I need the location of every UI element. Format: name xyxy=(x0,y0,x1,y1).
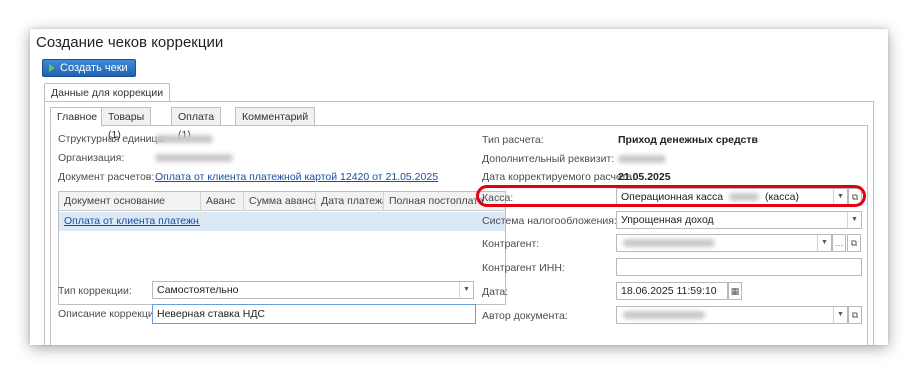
date-value: 18.06.2025 11:59:10 xyxy=(621,285,717,297)
counterparty-inn-label: Контрагент ИНН: xyxy=(482,262,565,274)
tab-payment[interactable]: Оплата (1) xyxy=(171,107,222,141)
tax-label: Система налогообложения: xyxy=(482,215,617,227)
create-receipts-label: Создать чеки xyxy=(60,62,128,74)
correction-desc-input[interactable]: Неверная ставка НДС xyxy=(152,304,476,324)
table-row[interactable]: Оплата от клиента платежн... xyxy=(59,212,505,231)
author-value-redacted xyxy=(623,311,705,319)
correction-type-value: Самостоятельно xyxy=(157,284,239,296)
extra-attr-value-redacted xyxy=(618,155,666,163)
settlement-doc-link[interactable]: Оплата от клиента платежной картой 12420… xyxy=(155,171,438,183)
chevron-down-icon[interactable]: ▼ xyxy=(847,212,861,228)
counterparty-value-redacted xyxy=(623,239,715,247)
settlement-doc-label: Документ расчетов: xyxy=(58,171,155,183)
counterparty-label: Контрагент: xyxy=(482,238,540,250)
organization-value-redacted xyxy=(155,154,233,162)
chevron-down-icon[interactable]: ▼ xyxy=(459,282,473,298)
author-select[interactable]: ▼ xyxy=(616,306,848,324)
correction-type-select[interactable]: Самостоятельно ▼ xyxy=(152,281,474,299)
column-header-basis-doc[interactable]: Документ основание xyxy=(59,192,201,211)
page-title: Создание чеков коррекции xyxy=(36,34,224,51)
tab-goods[interactable]: Товары (1) xyxy=(101,107,152,141)
tax-value: Упрощенная доход xyxy=(621,214,714,226)
author-label: Автор документа: xyxy=(482,310,568,322)
correction-desc-value: Неверная ставка НДС xyxy=(157,308,266,320)
tab-comment[interactable]: Комментарий xyxy=(235,107,316,126)
payment-type-label: Тип расчета: xyxy=(482,134,544,146)
play-icon xyxy=(49,64,55,72)
table-cell-advance-sum xyxy=(244,212,316,231)
tax-select[interactable]: Упрощенная доход ▼ xyxy=(616,211,862,229)
table-cell-advance xyxy=(201,212,244,231)
create-receipts-button[interactable]: Создать чеки xyxy=(42,59,136,77)
payment-type-value: Приход денежных средств xyxy=(618,134,758,146)
corrected-date-value: 21.05.2025 xyxy=(618,171,671,183)
tab-correction-data[interactable]: Данные для коррекции xyxy=(44,83,171,102)
structural-unit-label: Структурная единица: xyxy=(58,133,167,145)
chevron-down-icon[interactable]: ▼ xyxy=(817,235,831,251)
column-header-payment-date[interactable]: Дата платежа xyxy=(316,192,384,211)
correction-dialog: Создание чеков коррекции Создать чеки Да… xyxy=(30,29,888,345)
date-label: Дата: xyxy=(482,286,509,298)
open-form-icon[interactable]: ⧉ xyxy=(848,306,862,324)
calendar-icon[interactable]: ▦ xyxy=(728,282,742,300)
column-header-advance-sum[interactable]: Сумма аванса xyxy=(244,192,316,211)
chevron-down-icon[interactable]: ▼ xyxy=(833,307,847,323)
counterparty-inn-input[interactable] xyxy=(616,258,862,276)
correction-desc-label: Описание коррекции: xyxy=(58,308,163,320)
counterparty-select[interactable]: ▼ xyxy=(616,234,832,252)
table-cell-basis-doc[interactable]: Оплата от клиента платежн... xyxy=(59,212,201,231)
corrected-date-label: Дата корректируемого расчета: xyxy=(482,171,635,183)
column-header-advance[interactable]: Аванс xyxy=(201,192,244,211)
date-input[interactable]: 18.06.2025 11:59:10 xyxy=(616,282,728,300)
table-cell-payment-date xyxy=(316,212,384,231)
structural-unit-value-redacted xyxy=(155,135,213,143)
ellipsis-icon[interactable]: … xyxy=(832,234,846,252)
table-header: Документ основание Аванс Сумма аванса Да… xyxy=(59,192,505,211)
tab-main[interactable]: Главное xyxy=(50,107,105,127)
open-form-icon[interactable]: ⧉ xyxy=(847,234,861,252)
extra-attr-label: Дополнительный реквизит: xyxy=(482,153,615,165)
basis-doc-link[interactable]: Оплата от клиента платежн... xyxy=(64,215,200,227)
correction-type-label: Тип коррекции: xyxy=(58,285,132,297)
cash-field-highlight xyxy=(476,185,866,207)
organization-label: Организация: xyxy=(58,152,125,164)
